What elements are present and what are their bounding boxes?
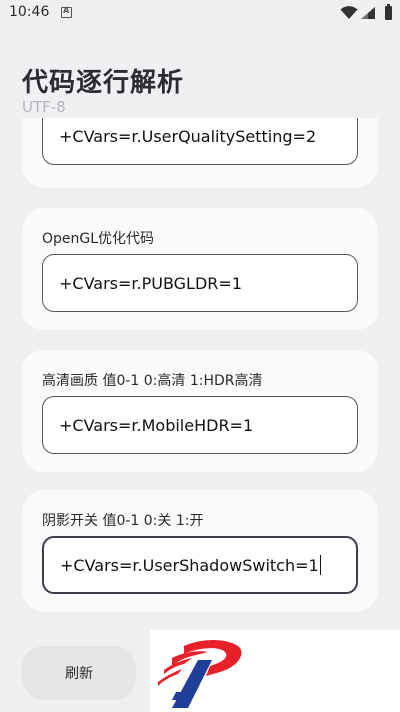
encoding-subtitle: UTF-8 <box>22 98 66 116</box>
brand-logo-icon <box>158 640 242 708</box>
battery-icon <box>385 4 392 20</box>
refresh-button[interactable]: 刷新 <box>22 646 136 700</box>
status-time: 10:46 <box>9 4 50 20</box>
code-input-shadow-text: +CVars=r.UserShadowSwitch=1 <box>60 555 319 575</box>
logo-area <box>150 630 400 712</box>
screen: 10:46 A 代码逐行解析 UTF-8 +CVars=r.UserQualit… <box>0 0 400 712</box>
setting-card-quality: +CVars=r.UserQualitySetting=2 <box>22 118 378 188</box>
code-input-opengl[interactable]: +CVars=r.PUBGLDR=1 <box>42 254 358 312</box>
status-bar: 10:46 A <box>0 0 400 28</box>
a-square-icon: A <box>61 6 72 18</box>
setting-card-shadow: 阴影开关 值0-1 0:关 1:开 +CVars=r.UserShadowSwi… <box>22 490 378 612</box>
card-label-opengl: OpenGL优化代码 <box>42 231 155 247</box>
card-label-shadow: 阴影开关 值0-1 0:关 1:开 <box>42 513 204 529</box>
signal-icon <box>361 7 375 19</box>
card-label-hdr: 高清画质 值0-1 0:高清 1:HDR高清 <box>42 373 263 389</box>
code-input-shadow[interactable]: +CVars=r.UserShadowSwitch=1 <box>42 536 358 594</box>
code-input-hdr[interactable]: +CVars=r.MobileHDR=1 <box>42 396 358 454</box>
wifi-icon <box>340 6 358 19</box>
page-title: 代码逐行解析 <box>22 68 185 98</box>
setting-card-opengl: OpenGL优化代码 +CVars=r.PUBGLDR=1 <box>22 208 378 330</box>
setting-card-hdr: 高清画质 值0-1 0:高清 1:HDR高清 +CVars=r.MobileHD… <box>22 350 378 472</box>
settings-list[interactable]: +CVars=r.UserQualitySetting=2 OpenGL优化代码… <box>0 118 400 626</box>
text-caret <box>319 555 322 575</box>
code-input-quality[interactable]: +CVars=r.UserQualitySetting=2 <box>42 118 358 165</box>
